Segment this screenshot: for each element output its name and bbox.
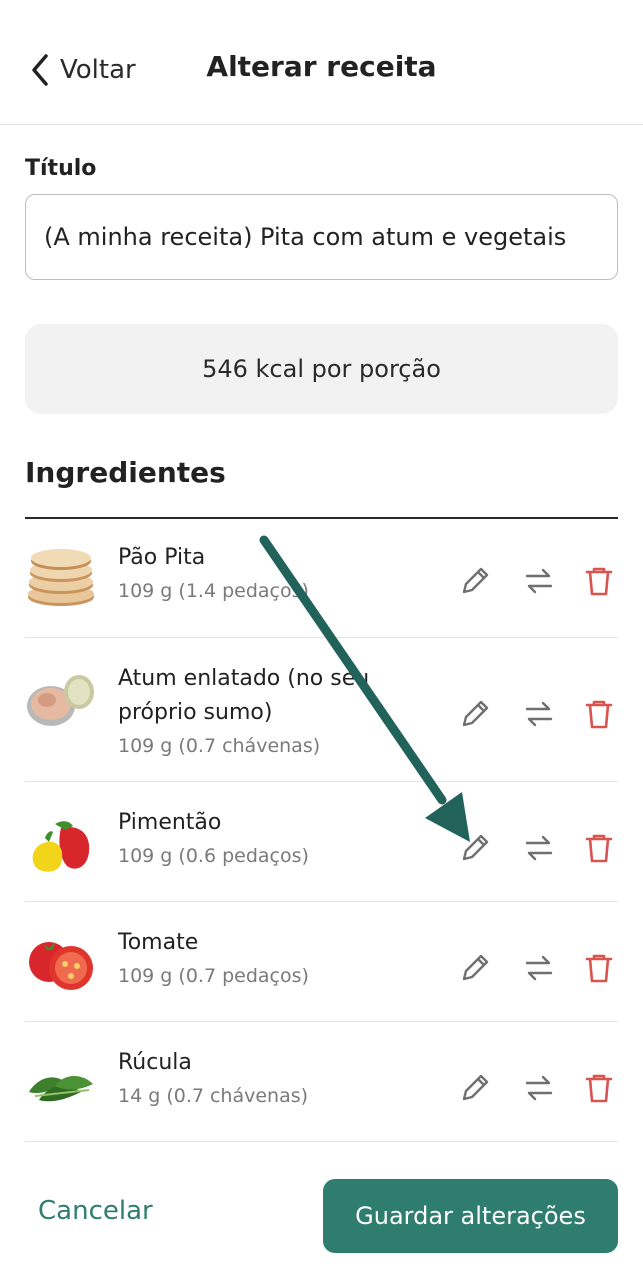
arugula-image [29,1076,93,1102]
trash-icon [585,700,613,729]
ingredient-row: Rúcula 14 g (0.7 chávenas) [25,1022,618,1142]
delete-button[interactable] [579,1068,619,1108]
ingredient-list: Pão Pita 109 g (1.4 pedaços) Atum enlata… [25,519,618,1142]
ingredient-text: Pimentão 109 g (0.6 pedaços) [118,806,388,872]
canned-tuna-image [27,675,94,726]
pencil-icon [462,700,489,727]
edit-button[interactable] [455,828,495,868]
pita-bread-image [28,549,94,606]
ingredient-name: Pão Pita [118,545,206,570]
cancel-button[interactable]: Cancelar [38,1196,153,1226]
swap-icon [525,955,553,981]
trash-icon [585,1074,613,1103]
bell-pepper-image [32,821,90,872]
save-changes-button[interactable]: Guardar alterações [323,1179,618,1253]
ingredient-text: Rúcula 14 g (0.7 chávenas) [118,1046,388,1112]
ingredient-quantity: 109 g (0.7 chávenas) [118,735,321,757]
swap-button[interactable] [519,694,559,734]
swap-icon [525,1075,553,1101]
tomato-image [29,942,93,990]
edit-button[interactable] [455,561,495,601]
title-field-label: Título [25,156,97,181]
swap-icon [525,835,553,861]
page-title: Alterar receita [206,50,437,83]
pencil-icon [462,1074,489,1101]
swap-button[interactable] [519,1068,559,1108]
ingredient-row: Atum enlatado (no seu próprio sumo) 109 … [25,638,618,782]
delete-button[interactable] [579,948,619,988]
delete-button[interactable] [579,561,619,601]
header-bar: Voltar Alterar receita [0,0,643,125]
ingredient-text: Pão Pita 109 g (1.4 pedaços) [118,541,388,607]
recipe-title-input[interactable] [25,194,618,280]
ingredient-text: Atum enlatado (no seu próprio sumo) 109 … [118,662,388,762]
swap-button[interactable] [519,561,559,601]
ingredient-row: Pão Pita 109 g (1.4 pedaços) [25,519,618,638]
edit-button[interactable] [455,948,495,988]
edit-button[interactable] [455,694,495,734]
ingredient-quantity: 109 g (0.6 pedaços) [118,845,309,867]
trash-icon [585,567,613,596]
delete-button[interactable] [579,828,619,868]
ingredients-heading: Ingredientes [25,456,226,489]
ingredient-quantity: 14 g (0.7 chávenas) [118,1085,309,1107]
swap-button[interactable] [519,828,559,868]
ingredient-name: Tomate [118,930,199,955]
ingredient-name: Atum enlatado (no seu próprio sumo) [118,666,370,725]
ingredient-quantity: 109 g (0.7 pedaços) [118,965,309,987]
swap-icon [525,568,553,594]
delete-button[interactable] [579,694,619,734]
edit-button[interactable] [455,1068,495,1108]
swap-button[interactable] [519,948,559,988]
ingredient-row: Tomate 109 g (0.7 pedaços) [25,902,618,1022]
trash-icon [585,954,613,983]
ingredient-name: Pimentão [118,810,222,835]
ingredient-quantity: 109 g (1.4 pedaços) [118,580,309,602]
swap-icon [525,701,553,727]
ingredient-name: Rúcula [118,1050,192,1075]
ingredient-text: Tomate 109 g (0.7 pedaços) [118,926,388,992]
pencil-icon [462,567,489,594]
calories-summary: 546 kcal por porção [25,324,618,414]
trash-icon [585,834,613,863]
pencil-icon [462,834,489,861]
pencil-icon [462,954,489,981]
ingredient-row: Pimentão 109 g (0.6 pedaços) [25,782,618,902]
